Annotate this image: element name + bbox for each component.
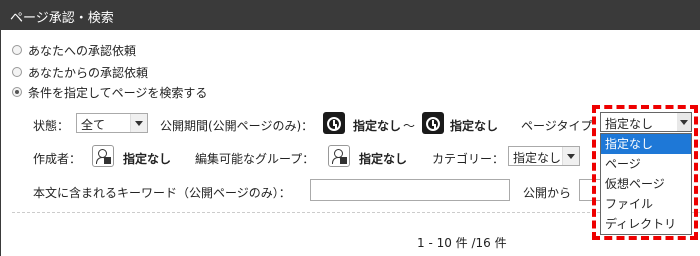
title-bar: ページ承認・検索 xyxy=(0,0,700,30)
radio-approval-to-you[interactable]: あなたへの承認依頼 xyxy=(12,42,136,58)
calendar-clock-icon[interactable] xyxy=(323,112,345,134)
chevron-down-icon xyxy=(562,147,579,165)
highlight-frame xyxy=(592,105,698,240)
radio-label: あなたからの承認依頼 xyxy=(28,65,149,80)
period-end-value: 指定なし xyxy=(450,119,499,133)
category-label: カテゴリー： xyxy=(432,152,505,166)
calendar-clock-icon[interactable] xyxy=(422,112,444,134)
radio-label: 条件を指定してページを検索する xyxy=(28,85,208,100)
radio-approval-from-you[interactable]: あなたからの承認依頼 xyxy=(12,64,148,80)
creator-label: 作成者： xyxy=(33,152,82,166)
page-type-label: ページタイプ xyxy=(521,119,593,133)
keyword-label: 本文に含まれるキーワード（公開ページのみ）： xyxy=(33,186,291,200)
page-title: ページ承認・検索 xyxy=(10,11,114,26)
creator-value: 指定なし xyxy=(123,152,172,166)
group-add-icon[interactable] xyxy=(328,145,350,167)
editable-group-label: 編集可能なグループ： xyxy=(195,152,315,166)
period-tilde: ～ xyxy=(403,119,416,133)
radio-button[interactable] xyxy=(12,87,22,97)
category-select-value: 指定なし xyxy=(513,151,562,165)
keyword-input[interactable] xyxy=(310,179,510,201)
group-value: 指定なし xyxy=(359,152,408,166)
period-label: 公開期間(公開ページのみ)： xyxy=(160,119,314,133)
pagination-info: 1 - 10 件 /16 件 xyxy=(417,236,507,250)
radio-button[interactable] xyxy=(12,67,22,77)
radio-search-conditions[interactable]: 条件を指定してページを検索する xyxy=(12,84,207,100)
publish-from-label: 公開から xyxy=(523,186,572,200)
window-border xyxy=(0,30,1,256)
status-select[interactable]: 全て xyxy=(76,113,148,133)
chevron-down-icon xyxy=(130,114,147,132)
period-start-value: 指定なし xyxy=(353,119,402,133)
user-add-icon[interactable] xyxy=(92,145,114,167)
status-select-value: 全て xyxy=(81,118,106,132)
status-label: 状態： xyxy=(33,119,70,133)
category-select[interactable]: 指定なし xyxy=(508,146,580,166)
radio-label: あなたへの承認依頼 xyxy=(28,43,137,58)
radio-button[interactable] xyxy=(12,45,22,55)
